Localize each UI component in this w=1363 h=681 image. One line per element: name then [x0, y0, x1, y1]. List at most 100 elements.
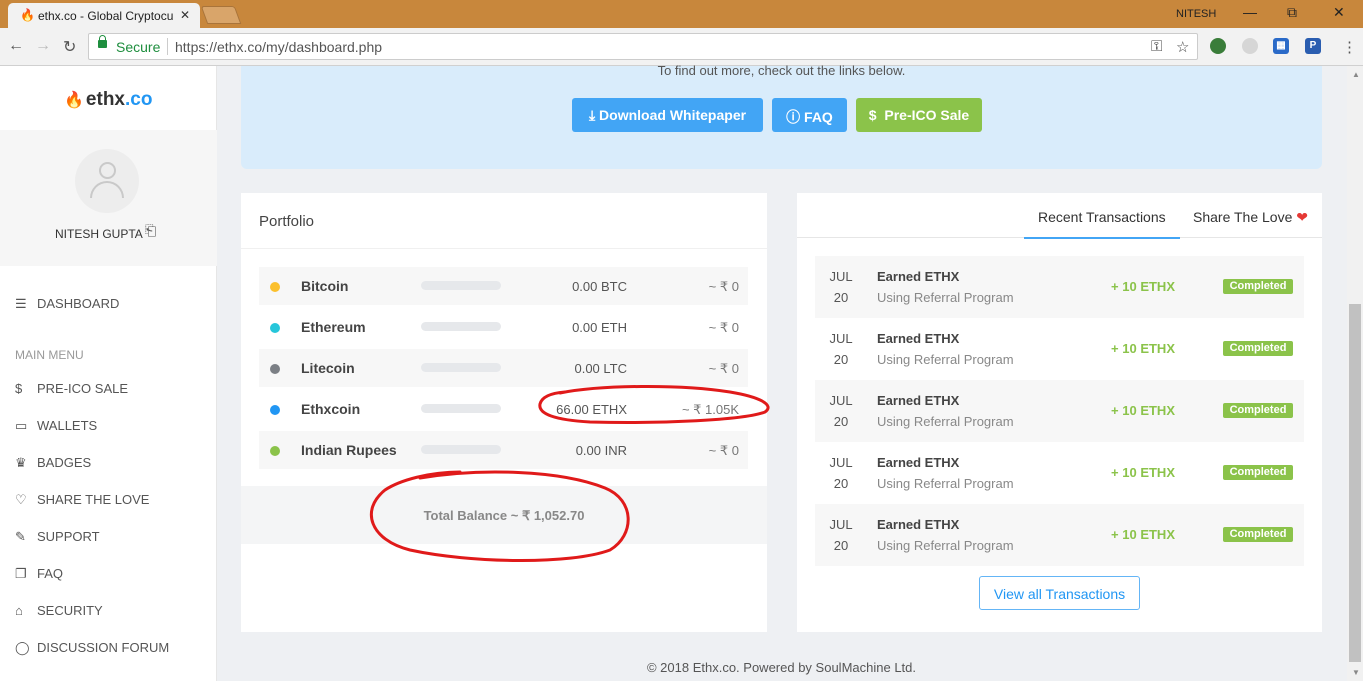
portfolio-row[interactable]: Indian Rupees 0.00 INR ~ ₹ 0 — [259, 431, 748, 469]
portfolio-card: Portfolio Bitcoin 0.00 BTC ~ ₹ 0 Ethereu… — [241, 193, 767, 632]
forward-icon[interactable]: → — [35, 37, 51, 55]
tx-subtitle: Using Referral Program — [877, 290, 1014, 305]
page-scrollbar[interactable]: ▲ ▼ — [1347, 66, 1363, 681]
browser-menu-icon[interactable]: ⋮ — [1342, 38, 1357, 56]
sidebar-item-faq[interactable]: ❐ FAQ — [15, 566, 63, 582]
tx-subtitle: Using Referral Program — [877, 352, 1014, 367]
sidebar-item-badges[interactable]: ♛ BADGES — [15, 455, 91, 471]
extension-globe-icon[interactable] — [1210, 38, 1226, 54]
profile-name[interactable]: NITESH — [1176, 8, 1216, 20]
close-window-icon[interactable]: ✕ — [1333, 4, 1345, 21]
reload-icon[interactable]: ↻ — [63, 37, 76, 57]
dollar-icon: $ — [15, 381, 23, 396]
portfolio-header-divider — [241, 248, 767, 249]
tx-subtitle: Using Referral Program — [877, 476, 1014, 491]
sidebar-item-discussion-forum[interactable]: ◯ DISCUSSION FORUM — [15, 640, 169, 656]
restore-icon[interactable]: ⧉ — [1287, 4, 1297, 21]
user-name: NITESH GUPTA — [55, 227, 143, 241]
app-window: 🔥 ethx.co - Global Cryptocu ✕ NITESH — ⧉… — [0, 0, 1363, 681]
flame-icon: 🔥 — [64, 92, 84, 109]
sidebar-item-label: SUPPORT — [37, 529, 100, 544]
tab-recent-transactions[interactable]: Recent Transactions — [1024, 209, 1180, 239]
site-logo[interactable]: 🔥 ethx.co — [64, 89, 152, 111]
sidebar-item-pre-ico-sale[interactable]: $ PRE-ICO SALE — [15, 381, 128, 396]
coin-amount: 0.00 INR — [575, 443, 627, 458]
faq-button[interactable]: ⓘ FAQ — [772, 98, 847, 132]
question-icon: ⓘ — [786, 109, 801, 125]
url-text[interactable]: https://ethx.co/my/dashboard.php — [175, 39, 382, 55]
tx-day: 20 — [833, 476, 849, 491]
tx-day: 20 — [833, 538, 849, 553]
new-tab-button[interactable] — [200, 6, 242, 24]
total-balance: Total Balance ~ ₹ 1,052.70 — [423, 508, 585, 523]
sidebar-item-label: FAQ — [37, 566, 64, 581]
transactions-tabs: Recent Transactions Share The Love ❤ — [797, 193, 1322, 239]
scroll-down-icon[interactable]: ▼ — [1352, 668, 1360, 677]
transaction-row[interactable]: JUL 20 Earned ETHX Using Referral Progra… — [815, 318, 1304, 380]
heart-icon: ❤ — [1296, 209, 1308, 225]
tab-share-the-love[interactable]: Share The Love ❤ — [1193, 209, 1308, 226]
status-badge: Completed — [1223, 279, 1293, 294]
back-icon[interactable]: ← — [8, 37, 24, 55]
download-whitepaper-button[interactable]: ⤓ Download Whitepaper — [572, 98, 763, 132]
extension-p-icon[interactable]: P — [1305, 38, 1321, 54]
trophy-icon: ♛ — [15, 455, 27, 470]
sidebar-item-wallets[interactable]: ▭ WALLETS — [15, 418, 97, 434]
coin-share-bar — [421, 363, 501, 372]
coin-share-bar — [421, 404, 501, 413]
transaction-row[interactable]: JUL 20 Earned ETHX Using Referral Progra… — [815, 380, 1304, 442]
download-icon: ⤓ — [588, 107, 596, 123]
sidebar-item-share-the-love[interactable]: ♡ SHARE THE LOVE — [15, 492, 149, 508]
tab-label: Recent Transactions — [1038, 209, 1166, 225]
info-banner: To find out more, check out the links be… — [241, 63, 1322, 169]
tx-amount: + 10 ETHX — [1111, 403, 1175, 418]
tx-amount: + 10 ETHX — [1111, 279, 1175, 294]
logout-icon[interactable]: ⎗ — [145, 222, 156, 239]
key-icon[interactable]: ⚿ — [1151, 38, 1162, 55]
sidebar-item-security[interactable]: ⌂ SECURITY — [15, 603, 103, 618]
avatar[interactable] — [75, 149, 139, 213]
tx-subtitle: Using Referral Program — [877, 538, 1014, 553]
sidebar-item-label: DASHBOARD — [37, 296, 120, 311]
tx-subtitle: Using Referral Program — [877, 414, 1014, 429]
extension-grid-icon[interactable]: ▦ — [1273, 38, 1289, 54]
tx-day: 20 — [833, 352, 849, 367]
browser-tab[interactable]: 🔥 ethx.co - Global Cryptocu ✕ — [8, 3, 200, 28]
view-all-transactions-button[interactable]: View all Transactions — [979, 576, 1140, 610]
coin-color-dot — [270, 446, 280, 456]
secure-label: Secure — [116, 39, 161, 55]
tab-close-icon[interactable]: ✕ — [180, 8, 190, 22]
portfolio-row[interactable]: Litecoin 0.00 LTC ~ ₹ 0 — [259, 349, 748, 387]
sidebar-item-label: DISCUSSION FORUM — [37, 640, 170, 655]
coin-value: ~ ₹ 1.05K — [681, 402, 739, 417]
pre-ico-sale-button[interactable]: $ Pre-ICO Sale — [856, 98, 982, 132]
coin-color-dot — [270, 364, 280, 374]
tx-amount: + 10 ETHX — [1111, 465, 1175, 480]
logo-main: ethx — [85, 89, 125, 110]
status-badge: Completed — [1223, 465, 1293, 480]
scroll-up-icon[interactable]: ▲ — [1352, 70, 1360, 79]
coin-share-bar — [421, 445, 501, 454]
sidebar-item-support[interactable]: ✎ SUPPORT — [15, 529, 100, 545]
main-menu-heading: MAIN MENU — [15, 348, 84, 362]
transaction-row[interactable]: JUL 20 Earned ETHX Using Referral Progra… — [815, 442, 1304, 504]
scrollbar-thumb[interactable] — [1349, 304, 1361, 662]
portfolio-row[interactable]: Bitcoin 0.00 BTC ~ ₹ 0 — [259, 267, 748, 305]
minimize-icon[interactable]: — — [1243, 4, 1257, 20]
portfolio-row[interactable]: Ethereum 0.00 ETH ~ ₹ 0 — [259, 308, 748, 346]
sidebar-item-label: SHARE THE LOVE — [37, 492, 150, 507]
tx-month: JUL — [829, 331, 853, 346]
transaction-row[interactable]: JUL 20 Earned ETHX Using Referral Progra… — [815, 256, 1304, 318]
transactions-card: Recent Transactions Share The Love ❤ JUL… — [797, 193, 1322, 632]
tx-day: 20 — [833, 414, 849, 429]
edit-icon: ✎ — [15, 529, 26, 544]
address-bar[interactable]: Secure https://ethx.co/my/dashboard.php … — [88, 33, 1198, 60]
transaction-row[interactable]: JUL 20 Earned ETHX Using Referral Progra… — [815, 504, 1304, 566]
tab-label: Share The Love — [1193, 209, 1293, 225]
extension-circle-icon[interactable] — [1242, 38, 1258, 54]
tx-title: Earned ETHX — [877, 455, 960, 470]
tx-month: JUL — [829, 269, 853, 284]
sidebar-item-dashboard[interactable]: ☰ DASHBOARD — [15, 296, 119, 312]
bookmark-star-icon[interactable]: ☆ — [1176, 38, 1189, 56]
portfolio-row[interactable]: Ethxcoin 66.00 ETHX ~ ₹ 1.05K — [259, 390, 748, 428]
